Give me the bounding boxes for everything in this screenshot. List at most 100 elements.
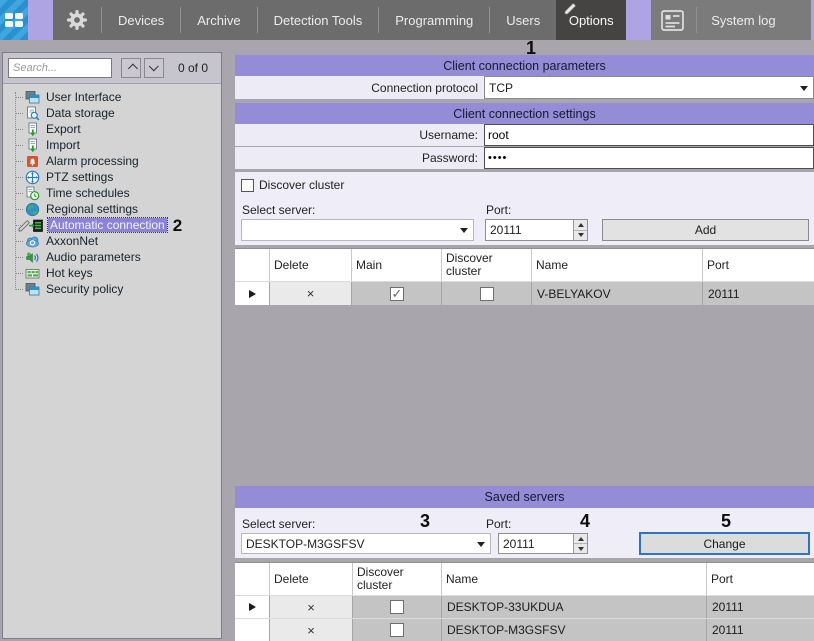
discover-cluster-checkbox[interactable] xyxy=(480,287,494,301)
menu-area: Devices Archive Detection Tools Programm… xyxy=(53,0,556,40)
tree-item-label: Import xyxy=(44,138,82,152)
server-port-cell: 20111 xyxy=(703,282,814,305)
spinner-up-button[interactable] xyxy=(574,220,587,230)
windows-icon xyxy=(24,90,40,105)
pencil-icon xyxy=(18,219,31,232)
menu-item-devices[interactable]: Devices xyxy=(102,0,180,40)
username-field[interactable] xyxy=(484,124,814,146)
delete-x-icon: × xyxy=(307,600,315,615)
tree-item-alarm-processing[interactable]: Alarm processing xyxy=(3,153,221,169)
settings-tree-panel: 0 of 0 User Interface Data storage Expor… xyxy=(2,52,222,639)
report-list-icon xyxy=(651,10,696,31)
row-selector-cell[interactable] xyxy=(235,596,270,618)
main-checkbox[interactable] xyxy=(390,287,404,301)
connection-protocol-value: TCP xyxy=(489,81,513,95)
menu-item-archive[interactable]: Archive xyxy=(181,0,256,40)
tree-item-time-schedules[interactable]: Time schedules xyxy=(3,185,221,201)
menu-item-detection-tools[interactable]: Detection Tools xyxy=(258,0,379,40)
row-selector-cell[interactable] xyxy=(235,282,270,305)
spinner-buttons xyxy=(573,220,587,240)
discover-cluster-cell xyxy=(353,619,442,641)
password-field[interactable] xyxy=(484,147,814,169)
column-header-port: Port xyxy=(707,563,814,595)
server-port-cell: 20111 xyxy=(707,596,814,618)
row-selector-cell[interactable] xyxy=(235,619,270,641)
port-spinner: 20111 xyxy=(485,219,588,241)
spinner-buttons xyxy=(573,534,587,553)
menu-item-programming[interactable]: Programming xyxy=(379,0,489,40)
callout-number-4: 4 xyxy=(580,512,590,530)
saved-port-value[interactable]: 20111 xyxy=(499,534,573,553)
saved-port-spinner: 20111 xyxy=(498,533,588,554)
port-label: Port: xyxy=(486,203,511,217)
menu-item-users[interactable]: Users xyxy=(490,0,556,40)
callout-number-1: 1 xyxy=(526,39,536,57)
column-header-discover-cluster: Discover cluster xyxy=(442,249,532,281)
tree-item-user-interface[interactable]: User Interface xyxy=(3,89,221,105)
spinner-up-button[interactable] xyxy=(574,534,587,543)
column-header-name: Name xyxy=(442,563,707,595)
saved-server-dropdown[interactable]: DESKTOP-M3GSFSV xyxy=(241,533,491,554)
discover-cluster-checkbox[interactable] xyxy=(390,600,404,614)
port-value[interactable]: 20111 xyxy=(486,220,573,240)
tree-item-import[interactable]: Import xyxy=(3,137,221,153)
change-button[interactable]: Change xyxy=(639,532,810,555)
add-button[interactable]: Add xyxy=(602,219,809,241)
windows-icon xyxy=(24,282,40,297)
section-header-client-connection-settings: Client connection settings xyxy=(235,103,814,124)
delete-row-button[interactable]: × xyxy=(270,619,353,641)
keyboard-icon xyxy=(24,266,40,281)
app-menu-button[interactable] xyxy=(0,0,28,40)
delete-row-button[interactable]: × xyxy=(270,282,352,305)
discover-cluster-checkbox[interactable] xyxy=(390,623,404,637)
tree-item-hot-keys[interactable]: Hot keys xyxy=(3,265,221,281)
top-menu-bar: Devices Archive Detection Tools Programm… xyxy=(0,0,814,40)
search-previous-button[interactable] xyxy=(121,58,141,78)
delete-row-button[interactable]: × xyxy=(270,596,353,618)
section-header-label: Client connection settings xyxy=(453,107,595,121)
username-label: Username: xyxy=(235,124,484,146)
tree-item-export[interactable]: Export xyxy=(3,121,221,137)
row-selector-icon xyxy=(249,603,256,611)
delete-x-icon: × xyxy=(307,286,315,301)
search-input[interactable] xyxy=(8,58,112,78)
discover-cluster-cell xyxy=(442,282,532,305)
discover-cluster-label: Discover cluster xyxy=(259,178,344,192)
tree-item-automatic-connection-selected[interactable]: Automatic connection 2 xyxy=(3,217,221,233)
tree-item-regional-settings[interactable]: Regional settings xyxy=(3,201,221,217)
password-row: Password: xyxy=(235,147,814,169)
alarm-icon xyxy=(24,154,40,169)
tree-item-label: AxxonNet xyxy=(44,234,100,248)
tree-item-data-storage[interactable]: Data storage xyxy=(3,105,221,121)
globe-icon xyxy=(24,202,40,217)
tree-item-label: Regional settings xyxy=(44,202,140,216)
tree-item-audio-parameters[interactable]: Audio parameters xyxy=(3,249,221,265)
column-header-delete: Delete xyxy=(270,563,353,595)
tree-item-security-policy[interactable]: Security policy xyxy=(3,281,221,297)
column-header-selector xyxy=(235,563,270,595)
discover-cluster-checkbox[interactable] xyxy=(241,179,254,192)
connection-protocol-dropdown[interactable]: TCP xyxy=(484,76,814,99)
menu-item-options-active[interactable]: Options xyxy=(556,0,626,40)
search-next-button[interactable] xyxy=(144,58,164,78)
gear-icon xyxy=(53,9,101,31)
server-port-cell: 20111 xyxy=(707,619,814,641)
username-row: Username: xyxy=(235,124,814,146)
saved-servers-table: Delete Discover cluster Name Port × DESK… xyxy=(235,562,814,641)
select-server-dropdown[interactable] xyxy=(241,219,474,241)
tree-item-axxonnet[interactable]: AxxonNet xyxy=(3,233,221,249)
tree-item-ptz-settings[interactable]: PTZ settings xyxy=(3,169,221,185)
topbar-purple-strip xyxy=(28,0,53,40)
dropdown-arrow-icon xyxy=(800,86,808,91)
search-result-count: 0 of 0 xyxy=(178,61,208,75)
port-label: Port: xyxy=(486,517,511,531)
spinner-down-button[interactable] xyxy=(574,230,587,241)
password-label: Password: xyxy=(235,147,484,169)
document-import-icon xyxy=(24,138,40,153)
spinner-down-button[interactable] xyxy=(574,543,587,553)
discover-cluster-option[interactable]: Discover cluster xyxy=(241,178,344,192)
tree-item-label: PTZ settings xyxy=(44,170,115,184)
chevron-down-icon xyxy=(148,61,158,71)
menu-item-system-log[interactable]: System log xyxy=(697,0,789,40)
add-server-section: Discover cluster Select server: Port: 20… xyxy=(235,172,814,245)
